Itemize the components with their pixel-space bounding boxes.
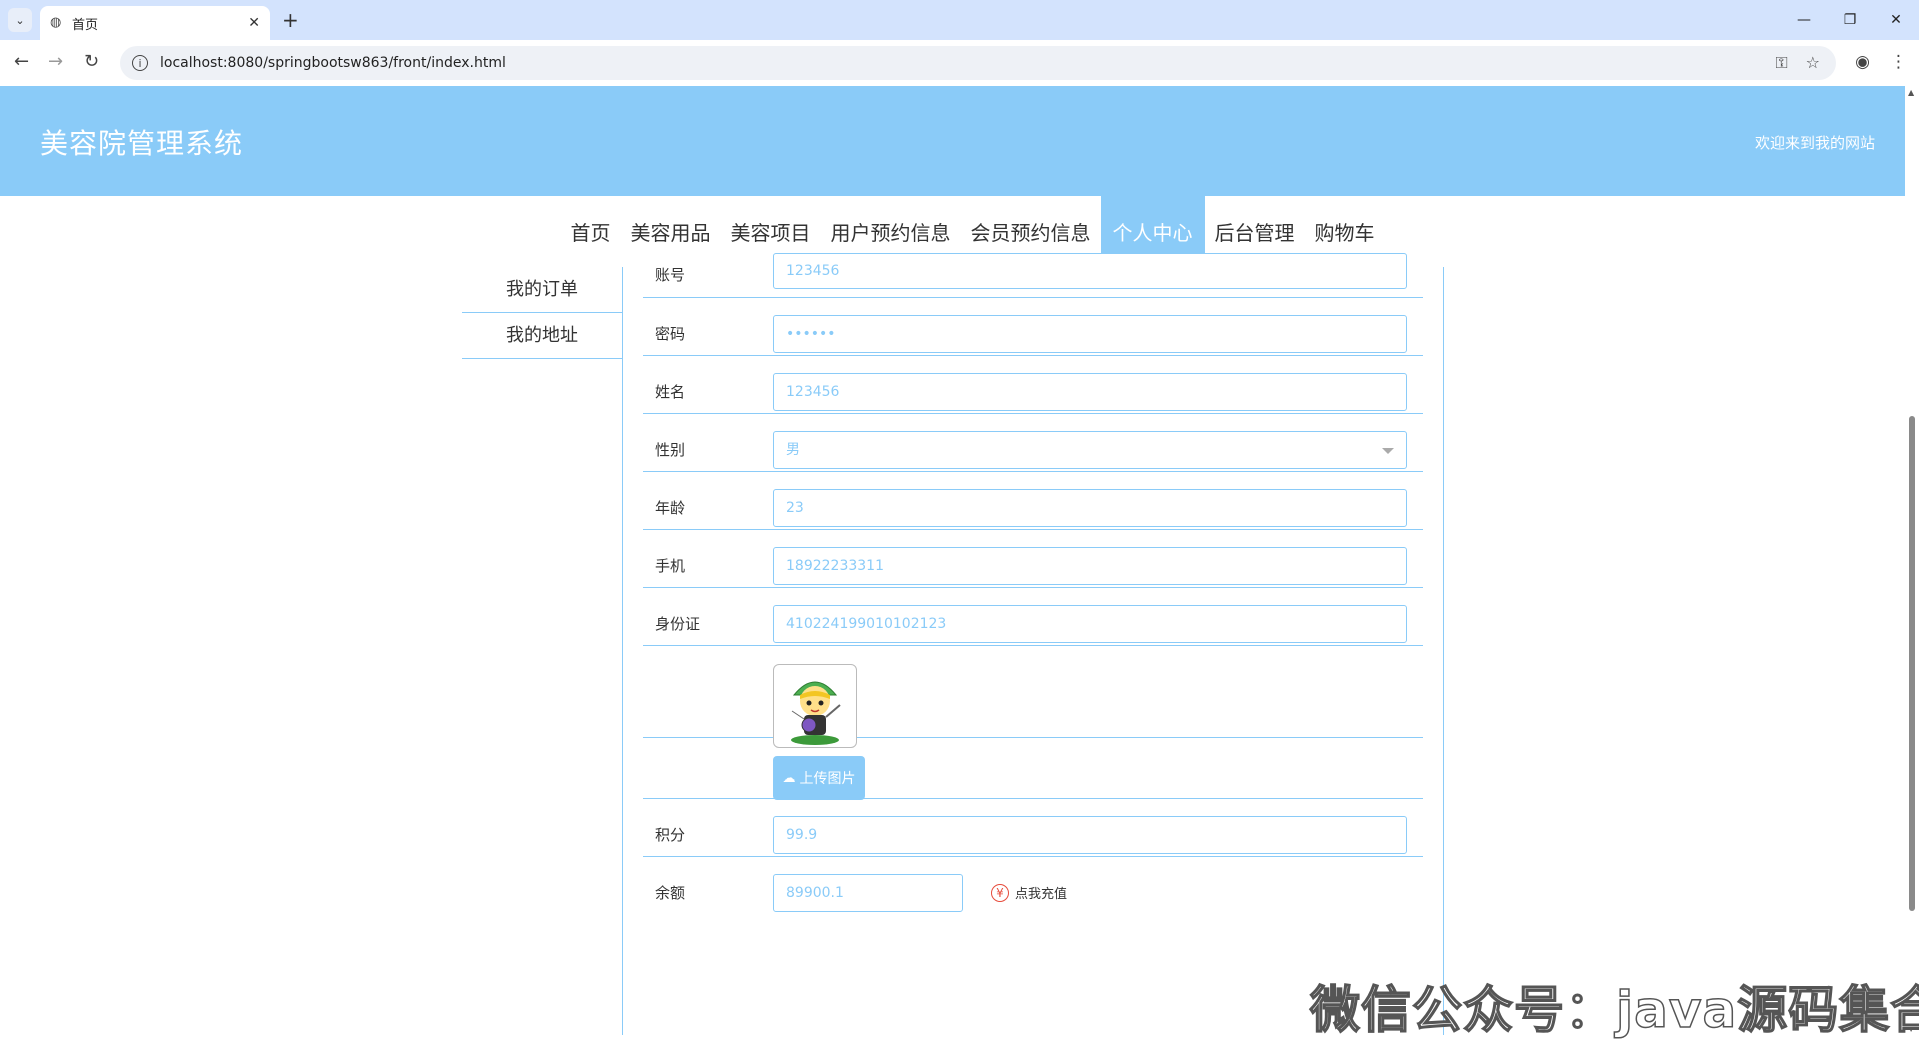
age-input[interactable]: 23: [773, 489, 1407, 527]
globe-icon: ◍: [50, 15, 62, 30]
bookmark-star-icon[interactable]: ☆: [1806, 53, 1820, 73]
name-input[interactable]: 123456: [773, 373, 1407, 411]
password-input[interactable]: ••••••: [773, 315, 1407, 353]
form-row-upload: ☁ 上传图片: [643, 738, 1423, 800]
browser-tab-bar: ⌄ ◍ 首页 ✕ + — ❐ ✕: [0, 0, 1919, 40]
watermark-text: 微信公众号：java源码集合: [1309, 980, 1919, 1040]
scrollbar-thumb[interactable]: [1909, 416, 1915, 911]
side-item-my-address[interactable]: 我的地址: [462, 313, 622, 359]
gender-select[interactable]: 男: [773, 431, 1407, 469]
browser-toolbar: ← → ↻ i localhost:8080/springbootsw863/f…: [0, 40, 1919, 86]
reload-icon[interactable]: ↻: [84, 52, 99, 72]
form-row-idcard: 身份证 410224199010102123: [643, 588, 1423, 646]
side-menu: 我的订单 我的地址: [462, 267, 622, 359]
profile-icon[interactable]: ◉: [1855, 52, 1870, 72]
profile-form: 账号 123456 密码 •••••• 姓名 123456 性别 男 年龄 23: [622, 253, 1444, 1035]
page-viewport: 美容院管理系统 欢迎来到我的网站 首页 美容用品 美容项目 用户预约信息 会员预…: [0, 86, 1905, 1035]
chevron-down-icon: [1382, 448, 1394, 454]
side-item-my-orders[interactable]: 我的订单: [462, 267, 622, 313]
form-row-account: 账号 123456: [643, 253, 1423, 298]
upload-image-button[interactable]: ☁ 上传图片: [773, 756, 865, 800]
points-input[interactable]: 99.9: [773, 816, 1407, 854]
avatar[interactable]: [773, 664, 857, 748]
balance-label: 余额: [655, 884, 686, 902]
form-row-password: 密码 ••••••: [643, 298, 1423, 356]
recharge-link[interactable]: ¥ 点我充值: [991, 883, 1067, 902]
restore-icon[interactable]: ❐: [1827, 0, 1873, 40]
form-row-avatar: [643, 646, 1423, 748]
phone-input[interactable]: 18922233311: [773, 547, 1407, 585]
welcome-text: 欢迎来到我的网站: [1754, 134, 1875, 152]
gender-label: 性别: [655, 441, 686, 459]
yen-icon: ¥: [991, 883, 1009, 902]
tab-search-button[interactable]: ⌄: [8, 8, 32, 32]
close-tab-icon[interactable]: ✕: [248, 15, 260, 31]
scroll-up-icon[interactable]: ▲: [1908, 88, 1914, 97]
page-scrollbar[interactable]: ▲ ▼: [1905, 86, 1919, 1035]
url-text[interactable]: localhost:8080/springbootsw863/front/ind…: [160, 55, 1775, 71]
form-row-age: 年龄 23: [643, 472, 1423, 530]
phone-label: 手机: [655, 557, 686, 575]
account-label: 账号: [655, 266, 686, 284]
site-header: 美容院管理系统 欢迎来到我的网站: [0, 86, 1905, 196]
new-tab-button[interactable]: +: [282, 9, 299, 31]
nav-home[interactable]: 首页: [561, 196, 621, 267]
account-input[interactable]: 123456: [773, 253, 1407, 289]
name-label: 姓名: [655, 383, 686, 401]
cloud-upload-icon: ☁: [782, 770, 796, 786]
window-controls: — ❐ ✕: [1781, 0, 1919, 40]
password-label: 密码: [655, 325, 686, 343]
nav-beauty-products[interactable]: 美容用品: [621, 196, 721, 267]
upload-button-label: 上传图片: [799, 771, 856, 787]
idcard-label: 身份证: [655, 615, 701, 633]
form-row-name: 姓名 123456: [643, 356, 1423, 414]
site-info-icon[interactable]: i: [132, 55, 148, 71]
idcard-input[interactable]: 410224199010102123: [773, 605, 1407, 643]
avatar-character-image: [791, 681, 841, 745]
site-title: 美容院管理系统: [40, 127, 244, 160]
back-icon[interactable]: ←: [14, 52, 29, 72]
minimize-icon[interactable]: —: [1781, 0, 1827, 40]
browser-tab[interactable]: ◍ 首页 ✕: [40, 6, 270, 40]
address-bar[interactable]: i localhost:8080/springbootsw863/front/i…: [120, 46, 1836, 80]
gender-select-value: 男: [786, 442, 800, 458]
form-row-phone: 手机 18922233311: [643, 530, 1423, 588]
age-label: 年龄: [655, 499, 686, 517]
more-menu-icon[interactable]: ⋮: [1890, 52, 1907, 72]
form-row-points: 积分 99.9: [643, 799, 1423, 857]
points-label: 积分: [655, 826, 686, 844]
forward-icon[interactable]: →: [48, 52, 63, 72]
form-row-balance: 余额 89900.1 ¥ 点我充值: [643, 857, 1423, 937]
form-row-gender: 性别 男: [643, 414, 1423, 472]
balance-input[interactable]: 89900.1: [773, 874, 963, 912]
close-window-icon[interactable]: ✕: [1873, 0, 1919, 40]
tab-title: 首页: [72, 17, 99, 33]
password-key-icon[interactable]: ⚿: [1775, 53, 1787, 73]
recharge-label: 点我充值: [1015, 887, 1068, 902]
